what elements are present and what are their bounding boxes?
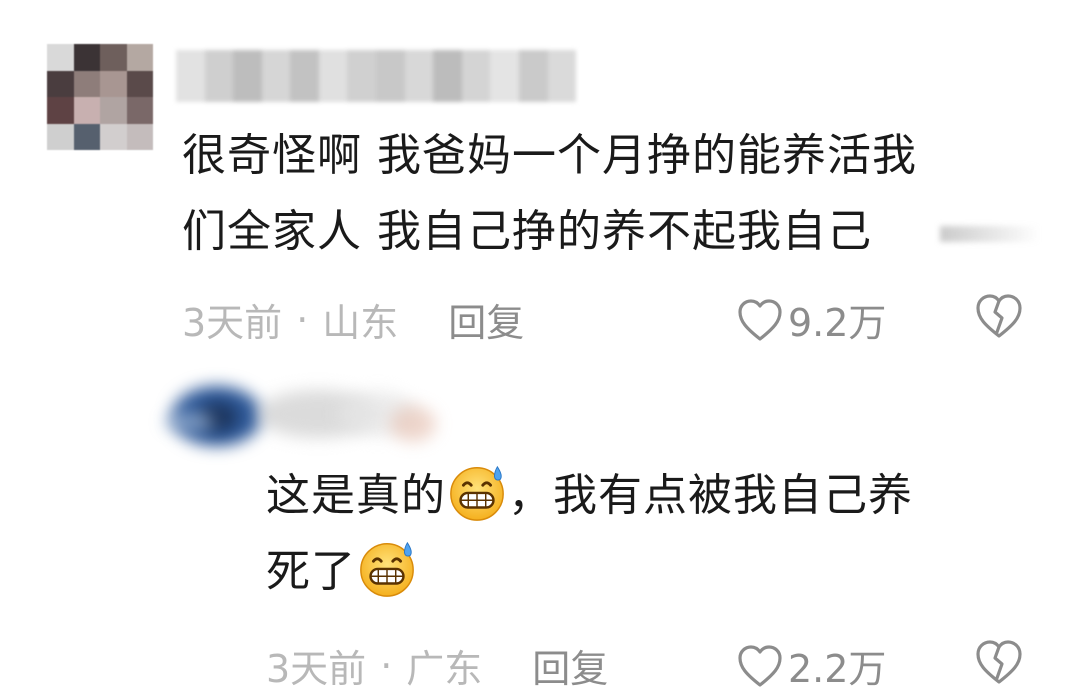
username-blurred[interactable] [176, 50, 577, 102]
reply-user-blurred[interactable] [158, 372, 458, 456]
grinning-sweat-emoji-icon [360, 541, 414, 597]
comment-line: 们全家人 我自己挣的养不起我自己 [182, 206, 872, 257]
heart-outline-icon [738, 644, 782, 687]
comment-location: 广东 [406, 647, 483, 691]
heart-outline-icon [738, 298, 782, 341]
reply-button[interactable]: 回复 [448, 292, 524, 347]
comment-list: 很奇怪啊 我爸妈一个月挣的能养活我 们全家人 我自己挣的养不起我自己 3天前 ·… [0, 0, 1080, 694]
like-count: 2.2万 [788, 647, 887, 691]
like-button[interactable]: 9.2万 [736, 292, 886, 347]
meta-separator: · [296, 297, 309, 342]
broken-heart-icon[interactable] [974, 638, 1024, 686]
comment-location: 山东 [322, 301, 399, 345]
reply-text-part: 死了 [266, 546, 356, 597]
like-button[interactable]: 2.2万 [736, 638, 886, 693]
grinning-sweat-emoji-icon [450, 465, 504, 521]
comment-time: 3天前 [266, 647, 367, 691]
reply-meta: 3天前 · 广东 回复 [266, 638, 608, 693]
comment-meta: 3天前 · 山东 回复 [182, 292, 524, 347]
reply-body: 这是真的 ，我有点被我自己养 死了 [266, 458, 1046, 610]
broken-heart-icon[interactable] [974, 292, 1024, 340]
avatar[interactable] [47, 44, 153, 150]
comment-time: 3天前 [182, 301, 283, 345]
fade-decoration [940, 226, 1040, 242]
like-count: 9.2万 [788, 301, 887, 345]
comment-line: 很奇怪啊 我爸妈一个月挣的能养活我 [182, 130, 917, 181]
reply-button[interactable]: 回复 [532, 638, 608, 693]
comment-body: 很奇怪啊 我爸妈一个月挣的能养活我 们全家人 我自己挣的养不起我自己 [182, 118, 1042, 270]
meta-separator: · [380, 643, 393, 688]
reply-text-part: ，我有点被我自己养 [508, 470, 913, 521]
reply-text-part: 这是真的 [266, 470, 446, 521]
